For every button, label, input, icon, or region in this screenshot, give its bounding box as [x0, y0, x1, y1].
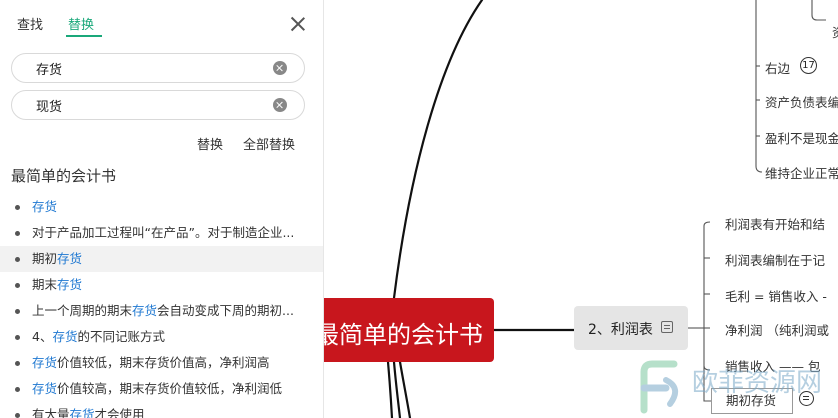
leaf-profit-not-cash[interactable]: 盈利不是现金	[765, 128, 838, 147]
result-text-after: 的不同记账方式	[77, 329, 165, 344]
tab-find[interactable]: 查找	[17, 14, 43, 33]
replace-input[interactable]	[36, 95, 266, 115]
active-tab-indicator	[66, 35, 102, 37]
leaf-partial-top[interactable]: 资	[832, 22, 838, 41]
replace-all-button[interactable]: 全部替换	[243, 134, 295, 153]
close-icon[interactable]	[289, 15, 307, 33]
search-result-item[interactable]: 有大量存货才会使用	[0, 402, 323, 418]
result-match-highlight: 存货	[52, 329, 78, 344]
branch-topic-income-statement[interactable]: 2、利润表	[574, 306, 688, 350]
clear-find-icon[interactable]	[273, 61, 287, 75]
bullet-icon	[15, 309, 20, 314]
result-match-highlight: 存货	[132, 303, 158, 318]
leaf-balance-sheet[interactable]: 资产负债表编	[765, 92, 838, 111]
result-match-highlight: 存货	[32, 381, 58, 396]
leaf-income-start-end[interactable]: 利润表有开始和结	[725, 214, 825, 233]
branch-topic-label: 2、利润表	[588, 322, 653, 338]
root-topic-node[interactable]: 最简单的会计书	[296, 298, 494, 362]
result-text-before: 4、	[32, 329, 53, 344]
search-result-item[interactable]: 期末存货	[0, 272, 323, 298]
find-replace-panel: 查找 替换 替换 全部替换 最简单的会计书 存货对于产品加工过程叫“在产品”。对…	[0, 0, 324, 418]
bullet-icon	[15, 283, 20, 288]
search-results-list: 存货 对于产品加工过程叫“在产品”。对于制造企业... 期初存货 期末存货 上一个周期的…	[0, 194, 323, 418]
priority-17-badge: 17	[800, 57, 817, 74]
search-result-item[interactable]: 上一个周期的期末存货会自动变成下周的期初...	[0, 298, 323, 324]
bullet-icon	[15, 387, 20, 392]
find-input[interactable]	[36, 58, 266, 78]
leaf-net-profit[interactable]: 净利润 （纯利润或	[725, 320, 829, 339]
search-result-item[interactable]: 期初存货	[0, 246, 323, 272]
result-text-before: 对于产品加工过程叫“在产品”。对于制造企业...	[32, 225, 295, 240]
bullet-icon	[15, 231, 20, 236]
result-text-before: 期初	[32, 251, 58, 266]
leaf-maintain-operation[interactable]: 维持企业正常	[765, 163, 838, 182]
bullet-icon	[15, 361, 20, 366]
result-text-before: 有大量	[32, 407, 70, 418]
result-match-highlight: 存货	[57, 277, 83, 292]
watermark-text: 欧菲资源网	[692, 368, 823, 398]
find-field[interactable]	[11, 53, 305, 83]
search-result-item[interactable]: 存货价值较低，期末存货价值高，净利润高	[0, 350, 323, 376]
result-text-after: 才会使用	[94, 407, 145, 418]
replace-field[interactable]	[11, 90, 305, 120]
result-match-highlight: 存货	[32, 355, 58, 370]
replace-button[interactable]: 替换	[197, 134, 223, 153]
result-text-after: 价值较高，期末存货价值较低，净利润低	[57, 381, 283, 396]
document-title: 最简单的会计书	[11, 167, 117, 185]
leaf-income-prep[interactable]: 利润表编制在于记	[725, 250, 825, 269]
result-text-after: 价值较低，期末存货价值高，净利润高	[57, 355, 270, 370]
result-text-before: 上一个周期的期末	[32, 303, 133, 318]
tab-replace[interactable]: 替换	[68, 14, 94, 33]
search-result-item[interactable]: 存货价值较高，期末存货价值较低，净利润低	[0, 376, 323, 402]
root-topic-label: 最简单的会计书	[315, 321, 483, 349]
result-match-highlight: 存货	[69, 407, 95, 418]
search-result-item[interactable]: 对于产品加工过程叫“在产品”。对于制造企业...	[0, 220, 323, 246]
bullet-icon	[15, 335, 20, 340]
result-text-after: 会自动变成下周的期初...	[157, 303, 294, 318]
result-match-highlight: 存货	[57, 251, 83, 266]
bullet-icon	[15, 257, 20, 262]
bullet-icon	[15, 413, 20, 418]
watermark-logo-icon	[640, 360, 679, 414]
leaf-gross-profit[interactable]: 毛利 = 销售收入 -	[725, 286, 827, 305]
bullet-icon	[15, 205, 20, 210]
result-match-highlight: 存货	[32, 199, 58, 214]
search-result-item[interactable]: 4、存货的不同记账方式	[0, 324, 323, 350]
search-result-item[interactable]: 存货	[0, 194, 323, 220]
result-text-before: 期末	[32, 277, 58, 292]
clear-replace-icon[interactable]	[273, 98, 287, 112]
leaf-right-side[interactable]: 右边	[765, 58, 790, 77]
note-icon[interactable]	[661, 321, 673, 333]
